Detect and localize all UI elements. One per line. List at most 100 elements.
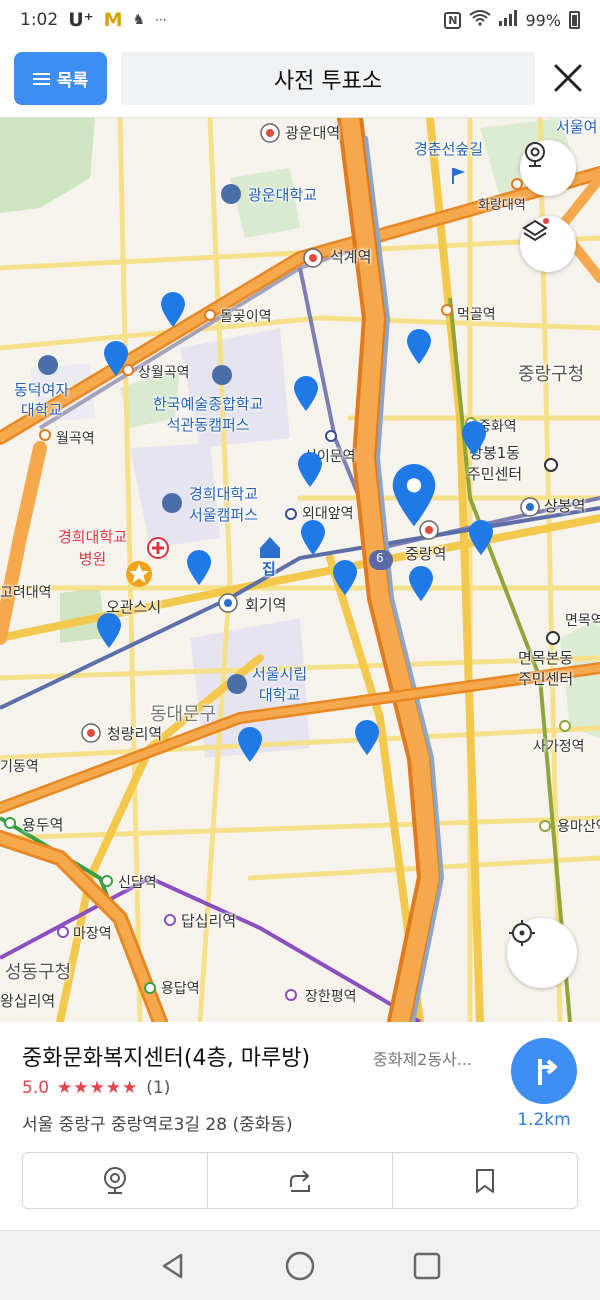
rating-row: 5.0 ★★★★★ (1) <box>22 1078 170 1098</box>
screen: 1:02 U⁺ M ♞ ··· N 99% 목록 사전 투표소 광운대역 광운대… <box>0 0 600 1300</box>
poll-pin[interactable] <box>354 720 380 756</box>
map-label-dongduk-univ: 동덕여자 대학교 <box>14 381 70 419</box>
poll-pin[interactable] <box>237 727 263 763</box>
place-action-bar <box>22 1152 578 1209</box>
map-label-myeonmokbon-center: 면목본동 주민센터 <box>518 649 574 688</box>
map-label-seongdong-gu: 성동구청 <box>5 962 72 983</box>
share-icon <box>290 1169 310 1192</box>
list-icon <box>32 72 50 85</box>
rating-value: 5.0 <box>22 1078 50 1098</box>
place-address: 서울 중랑구 중랑역로3길 28 (중화동) <box>22 1115 293 1135</box>
signal-icon <box>499 10 518 30</box>
system-nav-bar <box>0 1230 600 1300</box>
poll-pin[interactable] <box>103 341 129 377</box>
home-icon[interactable] <box>284 1250 316 1282</box>
map-view[interactable]: 광운대역 광운대학교 경춘선숲길 서울여 화랑대역 석계역 돌곶이역 먹골역 상… <box>0 118 600 1022</box>
rating-count[interactable]: (1) <box>146 1078 170 1098</box>
mcdonalds-icon: M <box>103 9 123 31</box>
crosshair-icon <box>509 920 535 946</box>
selected-poll-pin[interactable] <box>390 464 438 528</box>
map-label-janghanpyeong-station: 장한평역 <box>305 989 357 1005</box>
map-label-wangsimni-station: 왕십리역 <box>0 992 56 1010</box>
poll-pin[interactable] <box>332 560 358 596</box>
map-label-seokgye-station: 석계역 <box>330 248 372 266</box>
bookmark-button[interactable] <box>392 1153 577 1208</box>
map-label-cheongnyangni-station: 청량리역 <box>107 725 163 743</box>
map-label-uos-univ: 서울시립 대학교 <box>252 665 308 704</box>
poll-pin[interactable] <box>408 566 434 602</box>
map-label-route-6: 6 <box>376 551 384 565</box>
wifi-icon <box>469 10 492 30</box>
map-label-yongdu-station: 용두역 <box>22 816 64 834</box>
more-notifications-icon: ··· <box>155 13 167 27</box>
map-label-khu-hospital: 경희대학교 병원 <box>58 528 128 568</box>
map-label-yongdap-station: 용답역 <box>161 981 200 997</box>
map-label-gyeongchun-forest: 경춘선숲길 <box>414 140 484 158</box>
map-label-gwangun-univ: 광운대학교 <box>248 186 318 204</box>
poll-pin[interactable] <box>468 520 494 556</box>
battery-icon <box>569 11 580 29</box>
poll-pin[interactable] <box>293 376 319 412</box>
map-label-dapsimni-station: 답십리역 <box>181 912 237 930</box>
poll-pin[interactable] <box>96 613 122 649</box>
app-notification-icon: ♞ <box>132 12 146 28</box>
map-label-khu-campus: 경희대학교 서울캠퍼스 <box>189 485 259 524</box>
carrier-label: U⁺ <box>68 9 94 31</box>
current-location-button[interactable] <box>507 918 577 988</box>
map-label-jungnang-station: 중랑역 <box>405 545 447 563</box>
map-label-gwangun-station: 광운대역 <box>285 124 341 142</box>
bookmark-icon <box>476 1168 494 1193</box>
top-bar: 목록 사전 투표소 <box>0 40 600 118</box>
status-time: 1:02 <box>20 10 59 30</box>
map-layers-button[interactable] <box>520 216 576 272</box>
directions-button[interactable] <box>511 1038 577 1104</box>
rating-stars: ★★★★★ <box>57 1078 139 1098</box>
map-label-jungnang-gu: 중랑구청 <box>518 364 585 385</box>
map-label-seoul-top: 서울여 <box>556 118 598 136</box>
poll-pin[interactable] <box>406 329 432 365</box>
map-label-wolgok-station: 월곡역 <box>56 431 95 447</box>
map-label-knua-campus: 한국예술종합학교 석관동캠퍼스 <box>153 395 264 434</box>
poll-pin[interactable] <box>300 520 326 556</box>
map-label-sangwolgok-station: 상월곡역 <box>138 365 190 381</box>
directions-arrow-icon <box>538 1059 557 1085</box>
map-base <box>0 118 600 1022</box>
map-label-dolgoji-station: 돌곶이역 <box>220 309 272 325</box>
map-label-sangbong-station: 상봉역 <box>544 497 586 515</box>
close-button[interactable] <box>548 58 588 98</box>
share-button[interactable] <box>207 1153 392 1208</box>
search-title[interactable]: 사전 투표소 <box>121 52 535 105</box>
cctv-view-button[interactable] <box>520 140 576 196</box>
poll-pin[interactable] <box>160 292 186 328</box>
recents-icon[interactable] <box>412 1251 442 1281</box>
cctv-icon <box>104 1166 126 1194</box>
back-icon[interactable] <box>158 1251 188 1281</box>
distance-label: 1.2km <box>517 1110 571 1130</box>
poll-pin[interactable] <box>297 452 323 488</box>
battery-percent: 99% <box>525 10 561 30</box>
list-button-label: 목록 <box>56 71 89 91</box>
map-label-majang-station: 마장역 <box>73 926 112 942</box>
poll-pin[interactable] <box>186 550 212 586</box>
map-label-sindap-station: 신답역 <box>118 875 157 891</box>
nfc-icon: N <box>444 11 462 29</box>
map-label-yongma-station: 용마산역 <box>557 819 600 835</box>
map-label-hoegi-station: 회기역 <box>245 596 287 614</box>
place-detail-sheet: 중화문화복지센터(4층, 마루방) 중화제2동사... 5.0 ★★★★★ (1… <box>0 1022 600 1230</box>
map-label-korea-univ-station: 고려대역 <box>0 585 52 601</box>
place-subtitle: 중화제2동사... <box>373 1050 473 1069</box>
poll-pin[interactable] <box>461 421 487 457</box>
list-button[interactable]: 목록 <box>14 52 107 105</box>
layers-icon <box>522 218 549 242</box>
close-icon <box>554 64 582 92</box>
cctv-icon <box>525 142 545 167</box>
search-title-text: 사전 투표소 <box>273 68 383 94</box>
map-label-myeonmok-station: 면목역 <box>565 613 600 629</box>
place-name[interactable]: 중화문화복지센터(4층, 마루방) <box>22 1040 310 1072</box>
status-bar: 1:02 U⁺ M ♞ ··· N 99% <box>0 0 600 40</box>
map-label-jegi-station: 기동역 <box>0 759 39 775</box>
cctv-action-button[interactable] <box>23 1153 207 1208</box>
map-label-home: 집 <box>262 560 276 578</box>
map-label-sagajeong-station: 사가정역 <box>533 739 585 755</box>
map-label-meokgol-station: 먹골역 <box>457 307 496 323</box>
